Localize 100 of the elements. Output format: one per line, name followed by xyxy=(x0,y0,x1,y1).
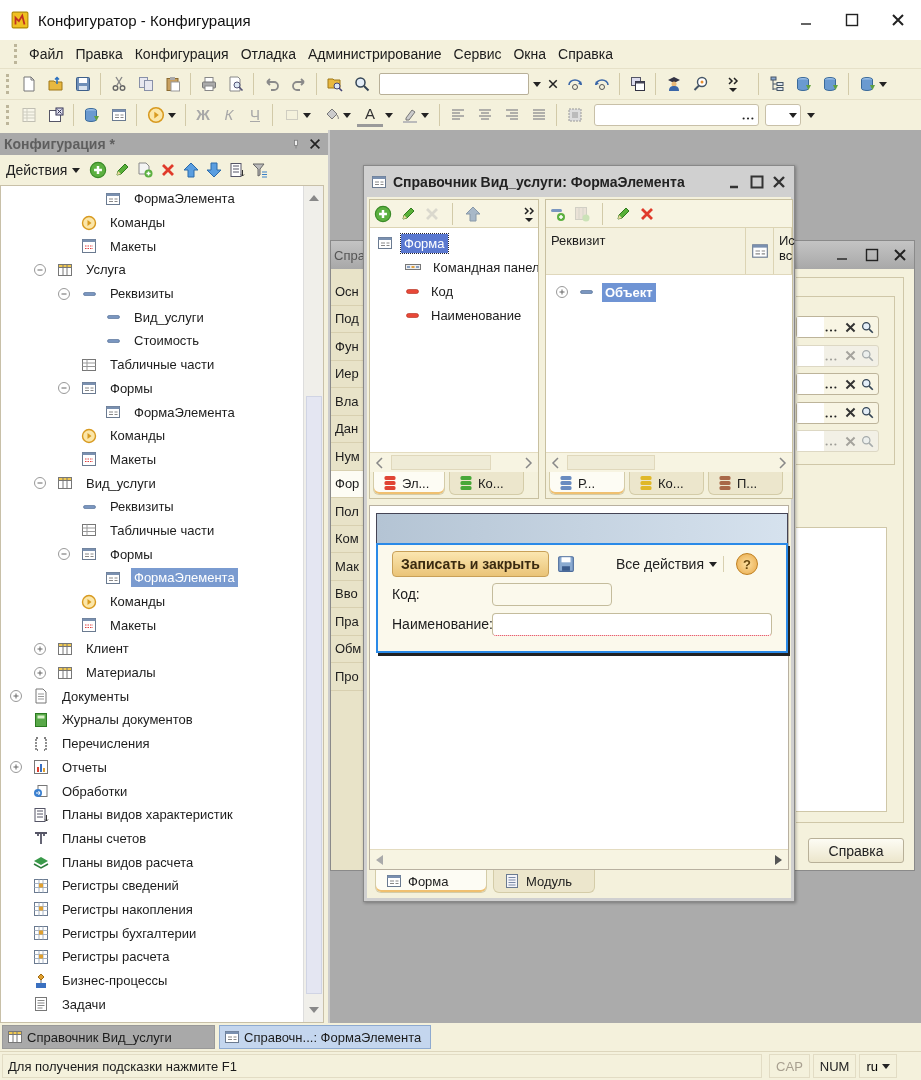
save-icon[interactable] xyxy=(556,555,575,573)
tree-item[interactable]: Реквизиты xyxy=(107,497,177,517)
pencil-icon[interactable] xyxy=(114,162,131,178)
add-document-icon[interactable] xyxy=(137,162,154,178)
tree-item[interactable]: Стоимость xyxy=(131,331,203,351)
close-icon[interactable] xyxy=(771,173,787,190)
select-field[interactable] xyxy=(796,401,879,424)
actions-menu[interactable]: Действия xyxy=(4,162,83,178)
expand-icon[interactable] xyxy=(554,284,570,300)
input-field[interactable] xyxy=(492,582,612,606)
tree-item[interactable]: Материалы xyxy=(83,663,159,683)
close-icon[interactable] xyxy=(844,320,857,334)
tree-item[interactable]: Регистры бухгалтерии xyxy=(59,923,200,943)
select-field[interactable] xyxy=(796,316,879,338)
arc-arrow-icon[interactable] xyxy=(566,76,583,92)
search-icon[interactable] xyxy=(861,406,874,419)
tab[interactable]: Эл... xyxy=(373,472,445,495)
caret-icon[interactable] xyxy=(533,81,541,87)
search-field[interactable] xyxy=(379,73,529,95)
collapse-icon[interactable] xyxy=(56,285,72,302)
tree-item[interactable]: Вид_услуги xyxy=(131,307,207,327)
tree-item[interactable]: Макеты xyxy=(107,449,160,469)
menu-item[interactable]: Справка xyxy=(552,44,619,64)
tree-item[interactable]: Команды xyxy=(107,592,169,612)
database-icon[interactable] xyxy=(795,76,812,92)
list-icon[interactable] xyxy=(229,162,246,178)
tree-item[interactable]: ФормаЭлемента xyxy=(131,189,238,209)
window-tab[interactable]: Справочник Вид_услуги xyxy=(2,1025,215,1049)
scissors-icon[interactable] xyxy=(110,76,127,92)
tree-item[interactable]: Обработки xyxy=(59,781,131,801)
input-field[interactable] xyxy=(492,612,772,636)
tab[interactable]: Форма xyxy=(375,870,487,893)
folder-icon[interactable] xyxy=(47,76,64,92)
menu-item[interactable]: Отладка xyxy=(234,44,302,64)
caret-icon[interactable] xyxy=(789,112,797,118)
search-icon[interactable] xyxy=(861,320,874,334)
maximize-icon[interactable] xyxy=(749,173,765,190)
database-icon[interactable] xyxy=(859,76,876,92)
caret-icon[interactable] xyxy=(807,112,815,118)
close-icon[interactable] xyxy=(892,247,908,263)
tree-item[interactable]: Бизнес-процессы xyxy=(59,971,171,991)
tree-item[interactable]: Макеты xyxy=(107,236,160,256)
page-search-icon[interactable] xyxy=(227,76,244,92)
tree-item[interactable]: Макеты xyxy=(107,615,160,635)
add-icon[interactable] xyxy=(374,204,392,223)
windows-icon[interactable] xyxy=(629,76,646,92)
printer-icon[interactable] xyxy=(200,76,217,92)
copy-icon[interactable] xyxy=(137,76,154,92)
caret-icon[interactable] xyxy=(882,1063,890,1069)
tree-item[interactable]: Командная панел xyxy=(430,257,538,277)
form-icon[interactable] xyxy=(110,107,127,123)
collapse-icon[interactable] xyxy=(56,380,72,397)
undo-icon[interactable] xyxy=(263,76,280,92)
tree-item[interactable]: Задачи xyxy=(59,994,109,1014)
help-button[interactable]: ? xyxy=(736,553,758,575)
arc-arrow-icon[interactable] xyxy=(593,76,610,92)
collapse-icon[interactable] xyxy=(32,475,48,492)
tree-item[interactable]: Планы счетов xyxy=(59,828,150,848)
tree-item[interactable]: Регистры сведений xyxy=(59,876,182,896)
format-button[interactable]: A xyxy=(357,103,383,127)
tree-item[interactable]: Отчеты xyxy=(59,757,110,777)
menu-item[interactable]: Сервис xyxy=(447,44,508,64)
scroll-thumb[interactable] xyxy=(305,396,322,994)
database-icon[interactable] xyxy=(83,107,100,123)
close-icon[interactable] xyxy=(844,406,857,419)
add-icon[interactable] xyxy=(89,161,108,179)
menu-item[interactable]: Конфигурация xyxy=(128,44,235,64)
hierarchy-icon[interactable] xyxy=(768,76,785,92)
tree-item[interactable]: Перечисления xyxy=(59,734,153,754)
tree-item[interactable]: Форма xyxy=(401,233,448,253)
tree-item[interactable]: Планы видов характеристик xyxy=(59,805,236,825)
menu-item[interactable]: Окна xyxy=(507,44,552,64)
tab[interactable]: Ко... xyxy=(449,472,524,495)
redo-icon[interactable] xyxy=(290,76,307,92)
tree-item[interactable]: Формы xyxy=(107,544,156,564)
save-close-button[interactable]: Записать и закрыть xyxy=(392,551,549,577)
save-icon[interactable] xyxy=(74,76,91,92)
tree-item[interactable]: Табличные части xyxy=(107,520,218,540)
close-icon[interactable] xyxy=(308,137,322,151)
menu-item[interactable]: Файл xyxy=(23,44,70,64)
document-icon[interactable] xyxy=(20,76,37,92)
menu-item[interactable]: Правка xyxy=(69,44,129,64)
collapse-icon[interactable] xyxy=(56,546,72,563)
text-field[interactable] xyxy=(594,104,759,126)
expand-icon[interactable] xyxy=(8,688,24,705)
database-icon[interactable] xyxy=(822,76,839,92)
side-tab[interactable]: Фор xyxy=(331,470,363,498)
caret-icon[interactable] xyxy=(420,112,429,118)
caret-icon[interactable] xyxy=(167,112,176,118)
scroll-thumb[interactable] xyxy=(567,455,655,470)
tree-item[interactable]: Планы видов расчета xyxy=(59,852,197,872)
caret-icon[interactable] xyxy=(302,112,311,118)
pencil-icon[interactable] xyxy=(615,205,631,222)
tree-item[interactable]: Документы xyxy=(59,686,132,706)
dialog-icon[interactable] xyxy=(47,107,64,123)
clipboard-icon[interactable] xyxy=(164,76,181,92)
close-icon[interactable] xyxy=(844,377,857,391)
expand-icon[interactable] xyxy=(32,640,48,657)
caret-icon[interactable] xyxy=(709,561,717,567)
tree-item[interactable]: Клиент xyxy=(83,639,132,659)
